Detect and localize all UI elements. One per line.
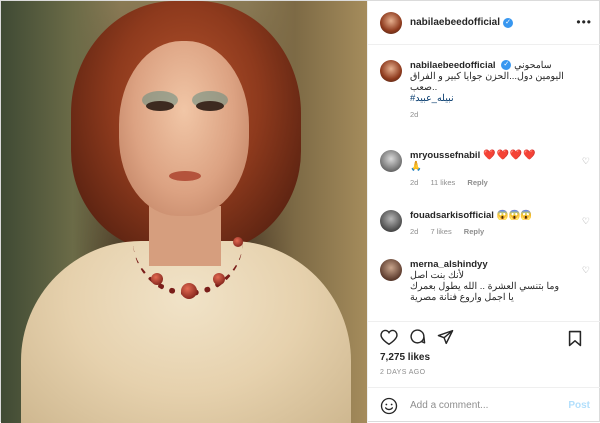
photo-lips	[169, 171, 201, 181]
photo-face	[119, 41, 249, 216]
avatar[interactable]	[380, 150, 402, 172]
comment-username[interactable]: mryoussefnabil	[410, 150, 480, 161]
caption-time: 2d	[410, 110, 419, 119]
post-photo[interactable]	[1, 1, 367, 423]
avatar[interactable]	[380, 259, 402, 281]
verified-badge-icon: ✓	[503, 17, 514, 28]
comment-row: merna_alshindyy لأنك بنت اصل وما بتنسي ا…	[380, 259, 592, 303]
photo-gem	[181, 283, 197, 299]
comments-list[interactable]: nabilaebeedofficial ✓ سامحوني اليومين دو…	[368, 46, 600, 346]
comment-icon[interactable]	[406, 327, 428, 347]
like-heart-icon[interactable]	[378, 327, 400, 347]
post-time-ago: 2 DAYS AGO	[380, 369, 426, 376]
caption-hashtag[interactable]: #نبيله_عبيد	[410, 93, 592, 104]
comment-likes[interactable]: 11 likes	[430, 178, 455, 187]
comment-time: 2d	[410, 227, 419, 236]
comment-text: لأنك بنت اصل	[410, 270, 465, 281]
photo-eye-right	[196, 101, 224, 111]
caption-row: nabilaebeedofficial ✓ سامحوني اليومين دو…	[380, 60, 592, 119]
comment-row: mryoussefnabil ❤️❤️❤️❤️ 🙏 2d 11 likes Re…	[380, 150, 592, 187]
comment-text: 😱😱😱	[496, 210, 533, 221]
avatar[interactable]	[380, 210, 402, 232]
comment-likes[interactable]: 7 likes	[430, 227, 451, 236]
reply-button[interactable]: Reply	[464, 227, 484, 236]
caption-line: اليومين دول...الحزن جوايا كبير و الفراق	[410, 71, 564, 82]
verified-badge-icon: ✓	[501, 60, 512, 71]
photo-gem	[233, 237, 243, 247]
comment-time: 2d	[410, 178, 419, 187]
comment-row: fouadsarkisofficial 😱😱😱 2d 7 likes Reply…	[380, 210, 592, 236]
photo-gem	[213, 273, 225, 285]
add-comment-input[interactable]	[410, 400, 560, 411]
header-username[interactable]: nabilaebeedofficial	[410, 17, 500, 28]
reply-button[interactable]: Reply	[467, 178, 487, 187]
comment-text-extra: 🙏	[410, 161, 422, 172]
action-bar	[368, 321, 600, 351]
caption-username[interactable]: nabilaebeedofficial	[410, 60, 496, 71]
share-icon[interactable]	[434, 327, 456, 347]
like-comment-heart-icon[interactable]: ♡	[582, 216, 590, 227]
post-header: nabilaebeedofficial ✓ •••	[368, 1, 600, 45]
photo-gem	[151, 273, 163, 285]
bookmark-icon[interactable]	[564, 328, 586, 348]
comment-username[interactable]: fouadsarkisofficial	[410, 210, 494, 221]
add-comment-bar: Post	[368, 387, 600, 423]
comment-text: وما بتنسي العشرة .. الله يطول بعمرك	[410, 281, 560, 292]
comment-text: يا اجمل واروع فنانة مصرية	[410, 292, 514, 303]
comment-username[interactable]: merna_alshindyy	[410, 259, 488, 270]
comment-text: ❤️❤️❤️❤️	[483, 150, 537, 161]
likes-count[interactable]: 7,275 likes	[380, 352, 430, 363]
photo-eye-left	[146, 101, 174, 111]
post-comment-button[interactable]: Post	[568, 400, 590, 411]
instagram-post: nabilaebeedofficial ✓ ••• nabilaebeedoff…	[0, 0, 600, 423]
caption-line: سامحوني	[514, 60, 552, 71]
caption-line: ..صعب	[410, 82, 438, 93]
emoji-icon[interactable]	[380, 397, 398, 415]
like-comment-heart-icon[interactable]: ♡	[582, 265, 590, 276]
avatar[interactable]	[380, 11, 402, 34]
post-side-panel: nabilaebeedofficial ✓ ••• nabilaebeedoff…	[367, 1, 600, 423]
more-options-icon[interactable]: •••	[576, 15, 592, 29]
like-comment-heart-icon[interactable]: ♡	[582, 156, 590, 167]
avatar[interactable]	[380, 60, 402, 82]
